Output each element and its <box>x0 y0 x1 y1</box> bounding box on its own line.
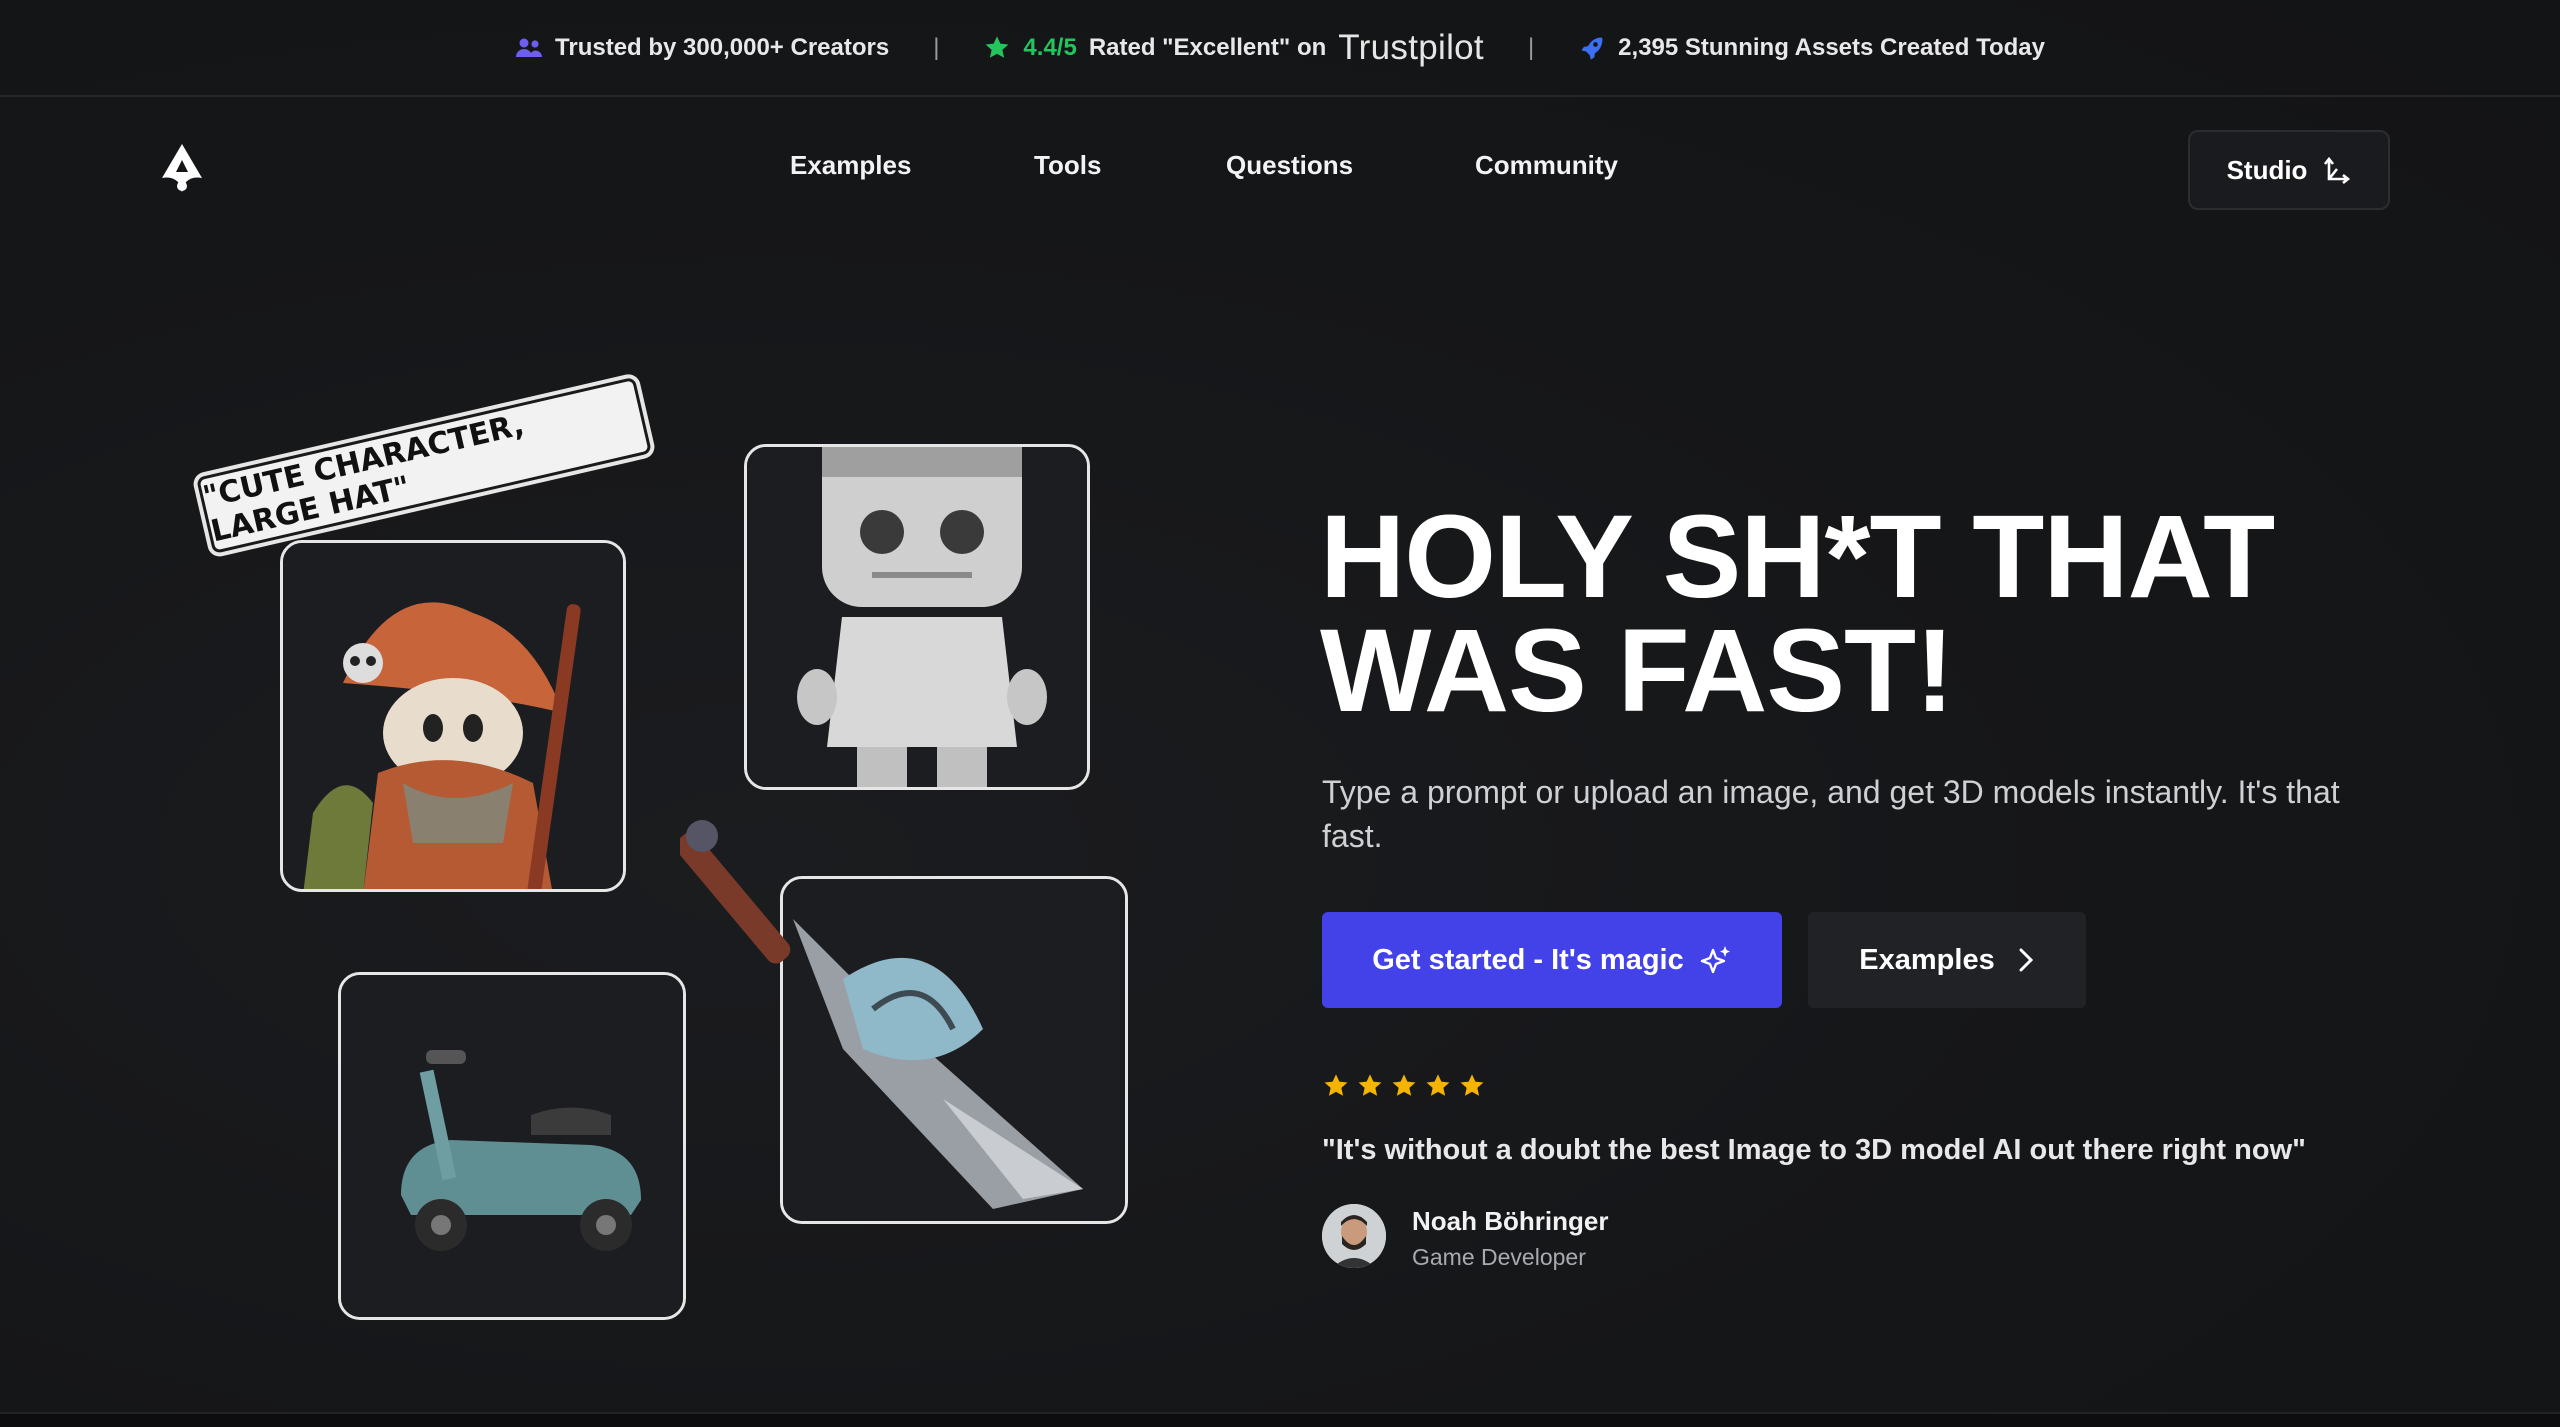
trust-assets: 2,395 Stunning Assets Created Today <box>1578 34 2045 62</box>
frankenstein-model-card[interactable] <box>744 444 1090 790</box>
get-started-label: Get started - It's magic <box>1372 943 1684 976</box>
examples-label: Examples <box>1859 943 1995 976</box>
sword-handle-image <box>680 820 791 964</box>
examples-button[interactable]: Examples <box>1808 912 2086 1008</box>
axis-arrows-icon <box>2324 156 2351 185</box>
author-role: Game Developer <box>1412 1244 1586 1270</box>
sword-model-card[interactable] <box>780 876 1128 1224</box>
wizard-model-image <box>283 543 623 889</box>
users-icon <box>516 38 543 57</box>
hero-title-line2: WAS FAST! <box>1320 605 1954 737</box>
studio-button[interactable]: Studio <box>2188 130 2390 210</box>
wizard-model-card[interactable] <box>280 540 626 892</box>
hero-subtitle: Type a prompt or upload an image, and ge… <box>1322 774 2340 854</box>
nav-questions[interactable]: Questions <box>1226 150 1353 181</box>
trustpilot-brand: Trustpilot <box>1338 27 1484 67</box>
avatar-image <box>1322 1204 1386 1268</box>
prompt-tag: "CUTE CHARACTER, LARGE HAT" <box>196 376 653 555</box>
trusted-text: Trusted by 300,000+ Creators <box>555 33 890 61</box>
trust-rating[interactable]: 4.4/5 Rated "Excellent" on Trustpilot <box>983 28 1484 68</box>
get-started-button[interactable]: Get started - It's magic <box>1322 912 1782 1008</box>
rated-text: Rated "Excellent" on <box>1088 33 1327 61</box>
star-icon <box>985 35 1009 58</box>
studio-label: Studio <box>2226 154 2308 185</box>
assets-text: 2,395 Stunning Assets Created Today <box>1618 33 2045 61</box>
star-icon <box>1460 1074 1484 1096</box>
rating-value: 4.4/5 <box>1023 33 1077 61</box>
main-nav: Examples Tools Questions Community <box>0 150 2560 190</box>
page: { "topbar": { "trusted": "Trusted by 300… <box>0 0 2560 1427</box>
rocket-icon <box>1581 37 1603 60</box>
nav-community[interactable]: Community <box>1475 150 1618 181</box>
hero-title: HOLY SH*T THAT WAS FAST! <box>1320 498 2480 730</box>
author-name: Noah Böhringer <box>1412 1206 1609 1236</box>
star-icon <box>1426 1074 1450 1096</box>
rating-stars <box>1322 1072 1486 1100</box>
frankenstein-model-image <box>747 447 1087 787</box>
star-icon <box>1358 1074 1382 1096</box>
avatar <box>1322 1204 1386 1268</box>
hero-title-line1: HOLY SH*T THAT <box>1320 491 2275 623</box>
chevron-right-icon <box>2019 948 2033 972</box>
nav-examples[interactable]: Examples <box>790 150 911 181</box>
scooter-model-card[interactable] <box>338 972 686 1320</box>
separator: | <box>933 33 940 61</box>
separator: | <box>1527 33 1535 61</box>
trust-bar: Trusted by 300,000+ Creators | 4.4/5 Rat… <box>0 0 2560 97</box>
star-icon <box>1392 1074 1416 1096</box>
page-bottom-divider <box>0 1412 2560 1427</box>
star-icon <box>1324 1074 1348 1096</box>
scooter-model-image <box>341 975 683 1317</box>
sword-model-image <box>783 879 1125 1221</box>
trust-users: Trusted by 300,000+ Creators <box>515 34 889 62</box>
testimonial-quote: "It's without a doubt the best Image to … <box>1322 1134 2306 1166</box>
sparkle-icon <box>1700 946 1730 974</box>
nav-tools[interactable]: Tools <box>1034 150 1101 181</box>
